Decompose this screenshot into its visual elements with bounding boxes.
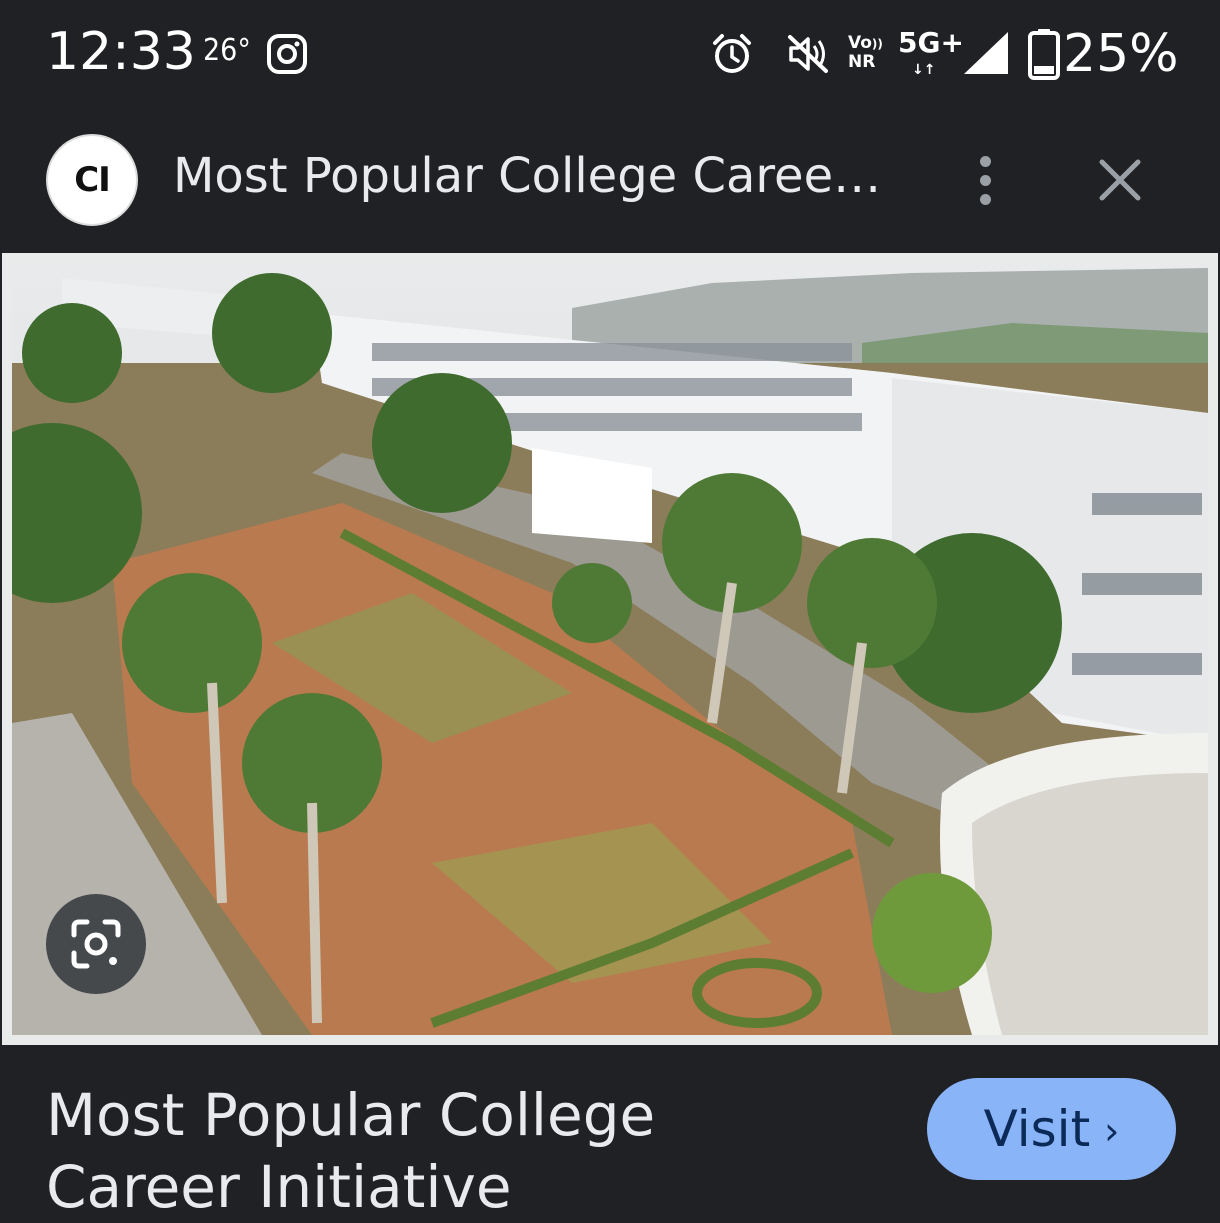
clock-time: 12:33 [46, 22, 196, 82]
more-vert-dot [979, 174, 991, 186]
network-type: 5G+ [898, 26, 964, 59]
battery-percent: 25% [1063, 24, 1179, 84]
battery-icon [1028, 29, 1060, 80]
result-title[interactable]: Most Popular College Career Initiative [46, 1079, 866, 1223]
more-vert-icon [979, 155, 991, 167]
mute-icon [788, 35, 828, 73]
page-title[interactable]: Most Popular College Career Initiative [173, 148, 893, 204]
more-options-button[interactable] [960, 148, 1010, 212]
signal-icon [964, 32, 1008, 74]
close-icon[interactable] [1092, 152, 1148, 208]
visit-label: Visit [983, 1100, 1091, 1158]
data-activity-icon: ↓↑ [912, 62, 936, 78]
preview-image[interactable] [2, 253, 1218, 1045]
more-vert-dot [979, 193, 991, 205]
google-lens-button[interactable] [46, 894, 146, 994]
chevron-right-icon: › [1104, 1109, 1120, 1153]
status-bar: 12:33 26° Vo)) NR 5G+ ↓↑ 25% [0, 0, 1220, 108]
site-logo[interactable]: CI [46, 134, 138, 226]
google-lens-icon [71, 919, 121, 969]
image-viewer-header: CI Most Popular College Career Initiativ… [0, 108, 1220, 252]
volte-indicator: Vo)) NR [848, 33, 883, 72]
result-footer: Most Popular College Career Initiative V… [0, 1045, 1220, 1223]
alarm-icon [713, 34, 751, 73]
site-logo-text: CI [74, 160, 111, 200]
campus-photo [12, 263, 1208, 1035]
visit-button[interactable]: Visit › [927, 1078, 1176, 1180]
temperature: 26° [203, 33, 251, 68]
instagram-icon [267, 34, 307, 74]
